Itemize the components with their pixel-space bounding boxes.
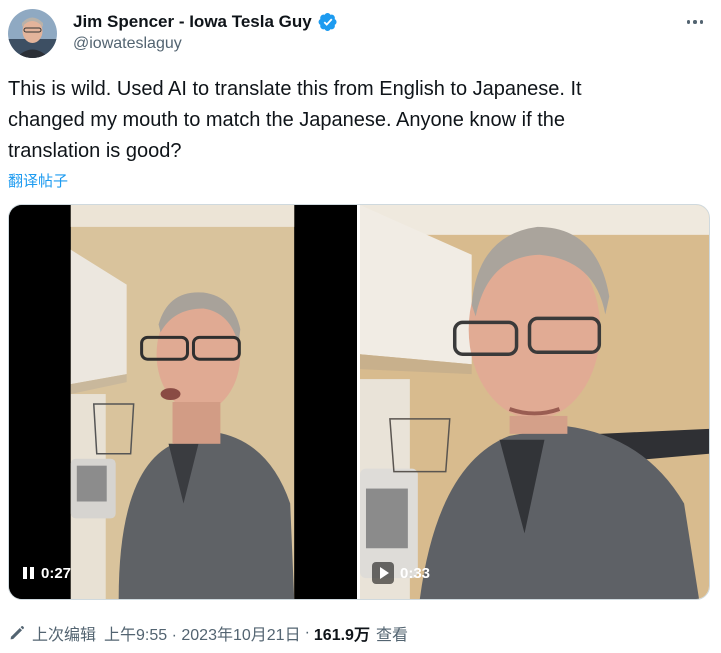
last-edited-link[interactable]: 上次编辑 — [32, 621, 96, 645]
more-options-icon[interactable] — [683, 12, 707, 32]
author-handle[interactable]: @iowateslaguy — [73, 35, 182, 53]
video-player-1[interactable]: 0:27 — [9, 205, 357, 599]
meta-separator: · — [304, 624, 310, 641]
views-label: 查看 — [375, 627, 408, 644]
video-1-controls: 0:27 — [15, 559, 81, 587]
video-2-time: 0:33 — [400, 564, 431, 582]
tweet-text: This is wild. Used AI to translate this … — [8, 78, 582, 162]
edit-pencil-icon — [8, 624, 26, 642]
translate-post-link[interactable]: 翻译帖子 — [8, 170, 68, 191]
pause-icon[interactable] — [21, 566, 35, 580]
video-1-time: 0:27 — [41, 564, 72, 582]
avatar-image — [8, 9, 57, 58]
views-count: 161.9万 — [313, 627, 370, 644]
tweet-timestamp[interactable]: 上午9:55 · 2023年10月21日 — [104, 621, 301, 645]
video-2-controls: 0:33 — [366, 559, 440, 587]
author-display-name[interactable]: Jim Spencer - Iowa Tesla Guy — [73, 12, 312, 32]
video-frame-1 — [9, 205, 357, 599]
more-dot — [693, 20, 697, 24]
more-dot — [686, 20, 691, 24]
play-icon[interactable] — [372, 562, 394, 584]
verified-badge-icon — [318, 12, 338, 32]
video-frame-2 — [360, 205, 709, 599]
more-dot — [699, 20, 704, 24]
author-avatar[interactable] — [8, 9, 57, 58]
author-name-row: Jim Spencer - Iowa Tesla Guy — [73, 10, 338, 34]
tweet-meta: 上次编辑 上午9:55 · 2023年10月21日 · 161.9万 查看 — [8, 622, 408, 644]
video-player-2[interactable]: 0:33 — [360, 205, 709, 599]
media-grid: 0:27 0:33 — [8, 204, 710, 600]
